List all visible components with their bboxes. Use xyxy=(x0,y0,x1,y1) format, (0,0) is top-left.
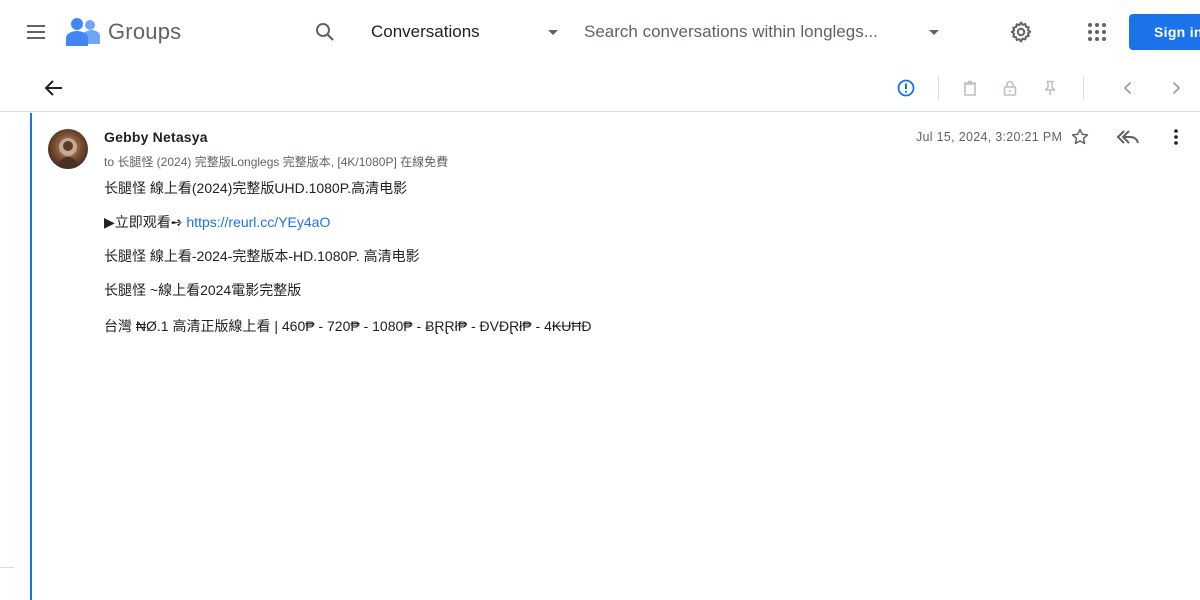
watch-link[interactable]: https://reurl.cc/YEy4aO xyxy=(186,214,330,230)
conversation-toolbar xyxy=(0,64,1200,112)
message-line: 台灣 ₦Ø.1 高清正版線上看 | 460₱ - 720₱ - 1080₱ - … xyxy=(104,318,592,334)
report-button[interactable] xyxy=(886,68,926,108)
toolbar-divider xyxy=(938,76,939,100)
message-author[interactable]: Gebby Netasya xyxy=(104,129,208,145)
groups-logo-icon xyxy=(66,18,100,46)
apps-button[interactable] xyxy=(1077,12,1117,52)
message-line: 长腿怪 線上看(2024)完整版UHD.1080P.高清电影 xyxy=(104,180,408,196)
report-icon xyxy=(897,79,915,97)
reply-all-button[interactable] xyxy=(1114,123,1142,151)
lock-button[interactable] xyxy=(990,68,1030,108)
search-scope-select[interactable]: Conversations xyxy=(371,14,561,50)
search-input[interactable] xyxy=(584,22,914,42)
toolbar-divider xyxy=(1083,76,1084,100)
gear-icon xyxy=(1010,21,1032,43)
search-icon xyxy=(316,23,334,41)
trash-icon xyxy=(964,80,976,96)
groups-logo[interactable]: Groups xyxy=(66,16,181,48)
app-header: Groups Conversations Search conversation… xyxy=(0,0,1200,64)
message-line: 长腿怪 線上看-2024-完整版本-HD.1080P. 高清电影 xyxy=(104,248,420,264)
chevron-right-icon xyxy=(1172,81,1181,95)
search-box xyxy=(584,14,954,50)
previous-conversation-button[interactable] xyxy=(1108,68,1148,108)
avatar[interactable] xyxy=(48,129,88,169)
menu-icon xyxy=(27,25,45,39)
more-vert-icon xyxy=(1174,129,1178,145)
next-conversation-button[interactable] xyxy=(1156,68,1196,108)
pin-button[interactable] xyxy=(1030,68,1070,108)
search-scope-value: Conversations xyxy=(371,22,480,41)
star-icon xyxy=(1071,128,1089,145)
back-button[interactable] xyxy=(34,68,74,108)
search-button[interactable] xyxy=(305,12,345,52)
settings-button[interactable] xyxy=(1001,12,1041,52)
reply-all-icon xyxy=(1116,130,1139,144)
message-line: 长腿怪 ~線上看2024電影完整版 xyxy=(104,282,302,298)
chevron-left-icon xyxy=(1123,81,1132,95)
sign-in-button[interactable]: Sign in xyxy=(1129,14,1200,50)
message-timestamp: Jul 15, 2024, 3:20:21 PM xyxy=(916,130,1063,144)
caret-down-icon xyxy=(548,30,558,35)
selected-message-indicator xyxy=(30,113,32,600)
delete-button[interactable] xyxy=(950,68,990,108)
search-options-caret-icon[interactable] xyxy=(926,24,942,40)
message-body: 长腿怪 線上看(2024)完整版UHD.1080P.高清电影 ▶立即观看➺ ht… xyxy=(104,178,1004,336)
message-line-prefix: ▶立即观看➺ xyxy=(104,214,187,230)
more-options-button[interactable] xyxy=(1162,123,1190,151)
message-line: ▶立即观看➺ https://reurl.cc/YEy4aO xyxy=(104,212,1004,232)
arrow-back-icon xyxy=(44,80,62,96)
side-divider xyxy=(0,567,14,568)
app-name: Groups xyxy=(108,19,182,44)
message-recipients: to 长腿怪 (2024) 完整版Longlegs 完整版本, [4K/1080… xyxy=(104,155,449,169)
pin-icon xyxy=(1044,80,1056,95)
main-menu-button[interactable] xyxy=(16,12,56,52)
lock-icon xyxy=(1003,80,1017,96)
star-button[interactable] xyxy=(1066,123,1094,151)
apps-grid-icon xyxy=(1088,23,1106,41)
